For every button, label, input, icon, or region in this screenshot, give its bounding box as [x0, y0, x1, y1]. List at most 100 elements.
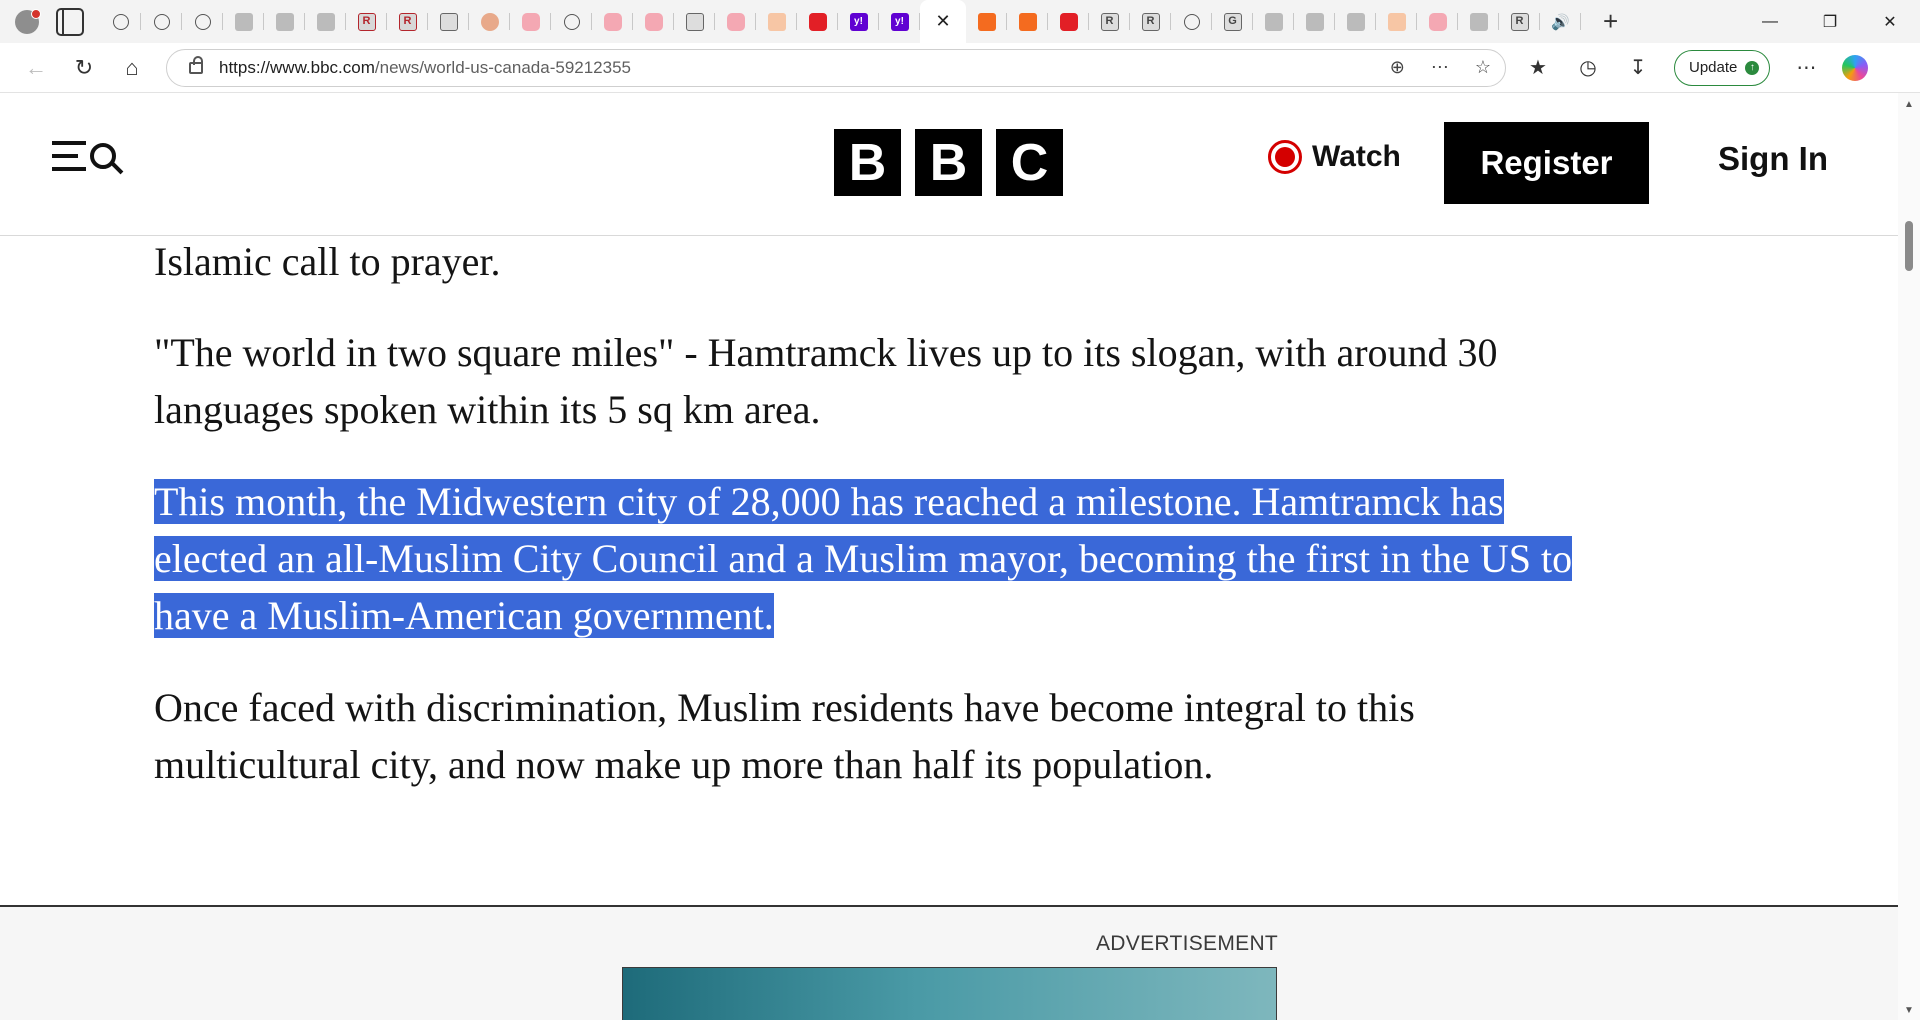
- browser-tab[interactable]: [1335, 0, 1376, 43]
- browser-tab[interactable]: [1376, 0, 1417, 43]
- watch-link[interactable]: Watch: [1268, 140, 1401, 174]
- article-paragraph: "The world in two square miles" - Hamtra…: [154, 330, 1498, 432]
- page-scrollbar[interactable]: ▲ ▼: [1898, 93, 1920, 1020]
- lock-icon[interactable]: [189, 55, 203, 74]
- blogger-icon: [1018, 12, 1037, 31]
- browser-tab[interactable]: [1171, 0, 1212, 43]
- browser-tab[interactable]: R: [346, 0, 387, 43]
- refresh-button[interactable]: ↻: [64, 48, 104, 88]
- copilot-icon[interactable]: [1842, 54, 1869, 81]
- zoom-icon[interactable]: ⊕: [1390, 57, 1405, 78]
- back-button[interactable]: ←: [16, 48, 56, 88]
- browser-tab[interactable]: R: [1089, 0, 1130, 43]
- browser-tab[interactable]: [428, 0, 469, 43]
- close-window-button[interactable]: ✕: [1860, 0, 1920, 43]
- yahoo-icon: y!: [890, 12, 909, 31]
- browser-tab[interactable]: [592, 0, 633, 43]
- favorite-star-icon[interactable]: ☆: [1475, 57, 1491, 78]
- browser-tab[interactable]: [100, 0, 141, 43]
- scroll-thumb[interactable]: [1905, 221, 1913, 271]
- browser-tab[interactable]: [1458, 0, 1499, 43]
- yahoo-icon: y!: [849, 12, 868, 31]
- browser-tab[interactable]: [469, 0, 510, 43]
- profile-avatar[interactable]: [12, 7, 42, 37]
- realtoday-icon: R: [357, 12, 376, 31]
- update-badge-icon: ↑: [1745, 60, 1760, 75]
- youtube-faded-icon: [644, 12, 663, 31]
- browser-tab[interactable]: R: [1130, 0, 1171, 43]
- browser-tab[interactable]: [264, 0, 305, 43]
- toolbar-right: ★ ◷ ↧ Update ↑ ⋯: [1524, 49, 1869, 86]
- browser-tab[interactable]: R: [387, 0, 428, 43]
- globe-icon: [112, 13, 129, 30]
- browser-tab[interactable]: [1253, 0, 1294, 43]
- browser-tab[interactable]: 🔊: [1540, 0, 1581, 43]
- search-icon: [1183, 13, 1200, 30]
- browser-tab[interactable]: [305, 0, 346, 43]
- address-bar[interactable]: https://www.bbc.com/news/world-us-canada…: [166, 48, 1506, 87]
- minimize-button[interactable]: —: [1740, 0, 1800, 43]
- advertisement-banner[interactable]: [622, 967, 1277, 1020]
- circle-site-icon: [480, 12, 499, 31]
- article-paragraph-selected: This month, the Midwestern city of 28,00…: [154, 479, 1573, 638]
- new-tab-button[interactable]: +: [1603, 6, 1618, 37]
- reading-mode-icon[interactable]: ⋯: [1431, 57, 1449, 78]
- logo-letter: B: [834, 129, 901, 196]
- browser-tab[interactable]: [715, 0, 756, 43]
- youtube-faded-icon: [726, 12, 745, 31]
- logo-letter: C: [996, 129, 1063, 196]
- favorites-icon[interactable]: ★: [1524, 55, 1552, 80]
- bbc-header: B B C Watch Register Sign In: [0, 93, 1898, 236]
- browser-tab[interactable]: [1294, 0, 1335, 43]
- advertisement-label: ADVERTISEMENT: [1096, 932, 1279, 955]
- logo-letter: B: [915, 129, 982, 196]
- arrow-icon: [316, 12, 335, 31]
- speaker-icon: 🔊: [1551, 13, 1570, 31]
- url-text[interactable]: https://www.bbc.com/news/world-us-canada…: [219, 58, 631, 78]
- notification-dot: [31, 8, 41, 19]
- browser-tab[interactable]: [223, 0, 264, 43]
- search-icon: [90, 143, 116, 169]
- browser-tab-active[interactable]: ✕: [920, 0, 966, 43]
- register-button[interactable]: Register: [1444, 122, 1649, 204]
- tab-actions-icon[interactable]: [56, 7, 84, 36]
- window-controls: — ❐ ✕: [1740, 0, 1920, 43]
- menu-search-button[interactable]: [52, 141, 116, 171]
- restore-button[interactable]: ❐: [1800, 0, 1860, 43]
- scroll-down-arrow-icon[interactable]: ▼: [1904, 1005, 1914, 1016]
- youtube-faded-icon: [1428, 12, 1447, 31]
- browser-tab[interactable]: R: [1499, 0, 1540, 43]
- live-record-icon: [1268, 140, 1302, 174]
- gr-icon: G: [1223, 12, 1242, 31]
- update-button[interactable]: Update ↑: [1674, 49, 1771, 86]
- browser-tab[interactable]: [141, 0, 182, 43]
- scroll-up-arrow-icon[interactable]: ▲: [1904, 99, 1914, 110]
- watch-label: Watch: [1312, 140, 1401, 173]
- browser-tab[interactable]: y!: [838, 0, 879, 43]
- browser-tab[interactable]: [633, 0, 674, 43]
- browser-tab[interactable]: [1048, 0, 1089, 43]
- browser-tab[interactable]: [1417, 0, 1458, 43]
- browser-tab[interactable]: [756, 0, 797, 43]
- r-site-icon: R: [1141, 12, 1160, 31]
- bbc-logo[interactable]: B B C: [834, 129, 1063, 196]
- browser-tab[interactable]: y!: [879, 0, 920, 43]
- home-button[interactable]: ⌂: [112, 48, 152, 88]
- tab-list: R Ry! y! ✕ R R G R 🔊: [100, 0, 1581, 43]
- more-menu-icon[interactable]: ⋯: [1792, 55, 1820, 80]
- r-site-icon: R: [1510, 12, 1529, 31]
- sign-in-link[interactable]: Sign In: [1718, 140, 1828, 178]
- browser-tab[interactable]: [182, 0, 223, 43]
- browser-tab[interactable]: [966, 0, 1007, 43]
- browser-tab[interactable]: [1007, 0, 1048, 43]
- downloads-icon[interactable]: ↧: [1624, 55, 1652, 80]
- browser-tab[interactable]: [551, 0, 592, 43]
- menu-icon: [52, 141, 86, 171]
- browser-tab[interactable]: G: [1212, 0, 1253, 43]
- close-icon[interactable]: ✕: [935, 11, 950, 32]
- browser-tab[interactable]: [674, 0, 715, 43]
- history-icon[interactable]: ◷: [1574, 55, 1602, 80]
- browser-tab[interactable]: [797, 0, 838, 43]
- pdf-icon: [685, 12, 704, 31]
- browser-tab[interactable]: [510, 0, 551, 43]
